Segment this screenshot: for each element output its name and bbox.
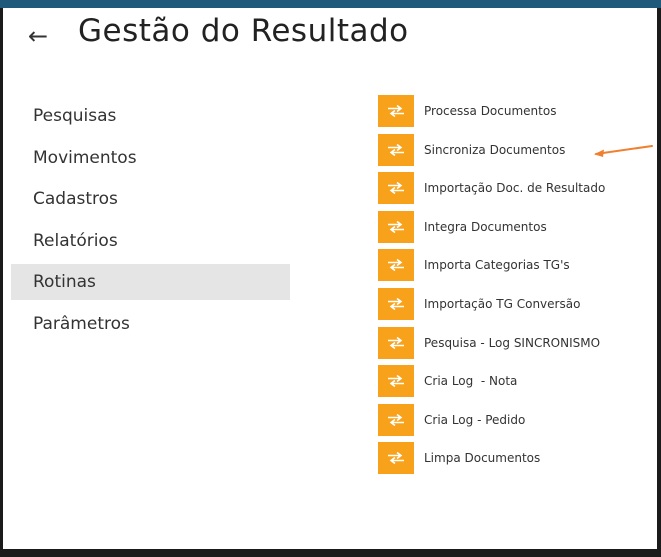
main-window: ← Gestão do Resultado Pesquisas Moviment…	[3, 8, 657, 549]
routine-label: Limpa Documentos	[424, 451, 541, 466]
routine-cria-log-nota[interactable]: Cria Log - Nota	[378, 365, 605, 398]
routine-integra-documentos[interactable]: Integra Documentos	[378, 210, 605, 243]
swap-arrows-icon	[378, 133, 414, 166]
sidebar-item-cadastros[interactable]: Cadastros	[11, 181, 290, 217]
routine-processa-documentos[interactable]: Processa Documentos	[378, 95, 605, 127]
top-accent-bar	[0, 0, 661, 8]
swap-arrows-icon	[378, 403, 414, 436]
routine-label: Processa Documentos	[424, 104, 557, 118]
routine-limpa-documentos[interactable]: Limpa Documentos	[378, 442, 605, 475]
routine-label: Sincroniza Documentos	[424, 142, 566, 157]
swap-arrows-icon	[378, 287, 414, 320]
sidebar-item-relatorios[interactable]: Relatórios	[11, 223, 290, 259]
sidebar-item-movimentos[interactable]: Movimentos	[11, 140, 290, 176]
sidebar-item-parametros[interactable]: Parâmetros	[11, 306, 290, 342]
routine-importa-categorias-tgs[interactable]: Importa Categorias TG's	[378, 249, 605, 282]
sidebar-nav: Pesquisas Movimentos Cadastros Relatório…	[11, 98, 290, 347]
swap-arrows-icon	[378, 210, 414, 243]
routine-label: Importação TG Conversão	[424, 296, 581, 311]
swap-arrows-icon	[378, 365, 414, 398]
routine-label: Cria Log - Nota	[424, 374, 518, 389]
routine-sincroniza-documentos[interactable]: Sincroniza Documentos	[378, 133, 605, 166]
routine-pesquisa-log-sincronismo[interactable]: Pesquisa - Log SINCRONISMO	[378, 326, 605, 359]
swap-arrows-icon	[378, 249, 414, 282]
routine-list: Processa Documentos Sincroniza Documento…	[378, 95, 605, 481]
swap-arrows-icon	[378, 95, 414, 127]
routine-importacao-tg-conversao[interactable]: Importação TG Conversão	[378, 287, 605, 320]
sidebar-item-pesquisas[interactable]: Pesquisas	[11, 98, 290, 134]
routine-label: Importação Doc. de Resultado	[424, 181, 606, 196]
sidebar-item-rotinas[interactable]: Rotinas	[11, 264, 290, 300]
routine-label: Cria Log - Pedido	[424, 412, 526, 427]
routine-importacao-doc-de-resultado[interactable]: Importação Doc. de Resultado	[378, 172, 606, 205]
swap-arrows-icon	[378, 326, 414, 359]
routine-cria-log-pedido[interactable]: Cria Log - Pedido	[378, 403, 605, 436]
page-title: Gestão do Resultado	[78, 13, 409, 49]
routine-label: Integra Documentos	[424, 219, 547, 234]
routine-label: Importa Categorias TG's	[424, 258, 570, 273]
swap-arrows-icon	[378, 442, 414, 475]
arrow-left-icon[interactable]: ←	[25, 24, 51, 48]
swap-arrows-icon	[378, 172, 414, 205]
routine-label: Pesquisa - Log SINCRONISMO	[424, 335, 601, 350]
annotation-arrow-icon	[594, 145, 653, 157]
